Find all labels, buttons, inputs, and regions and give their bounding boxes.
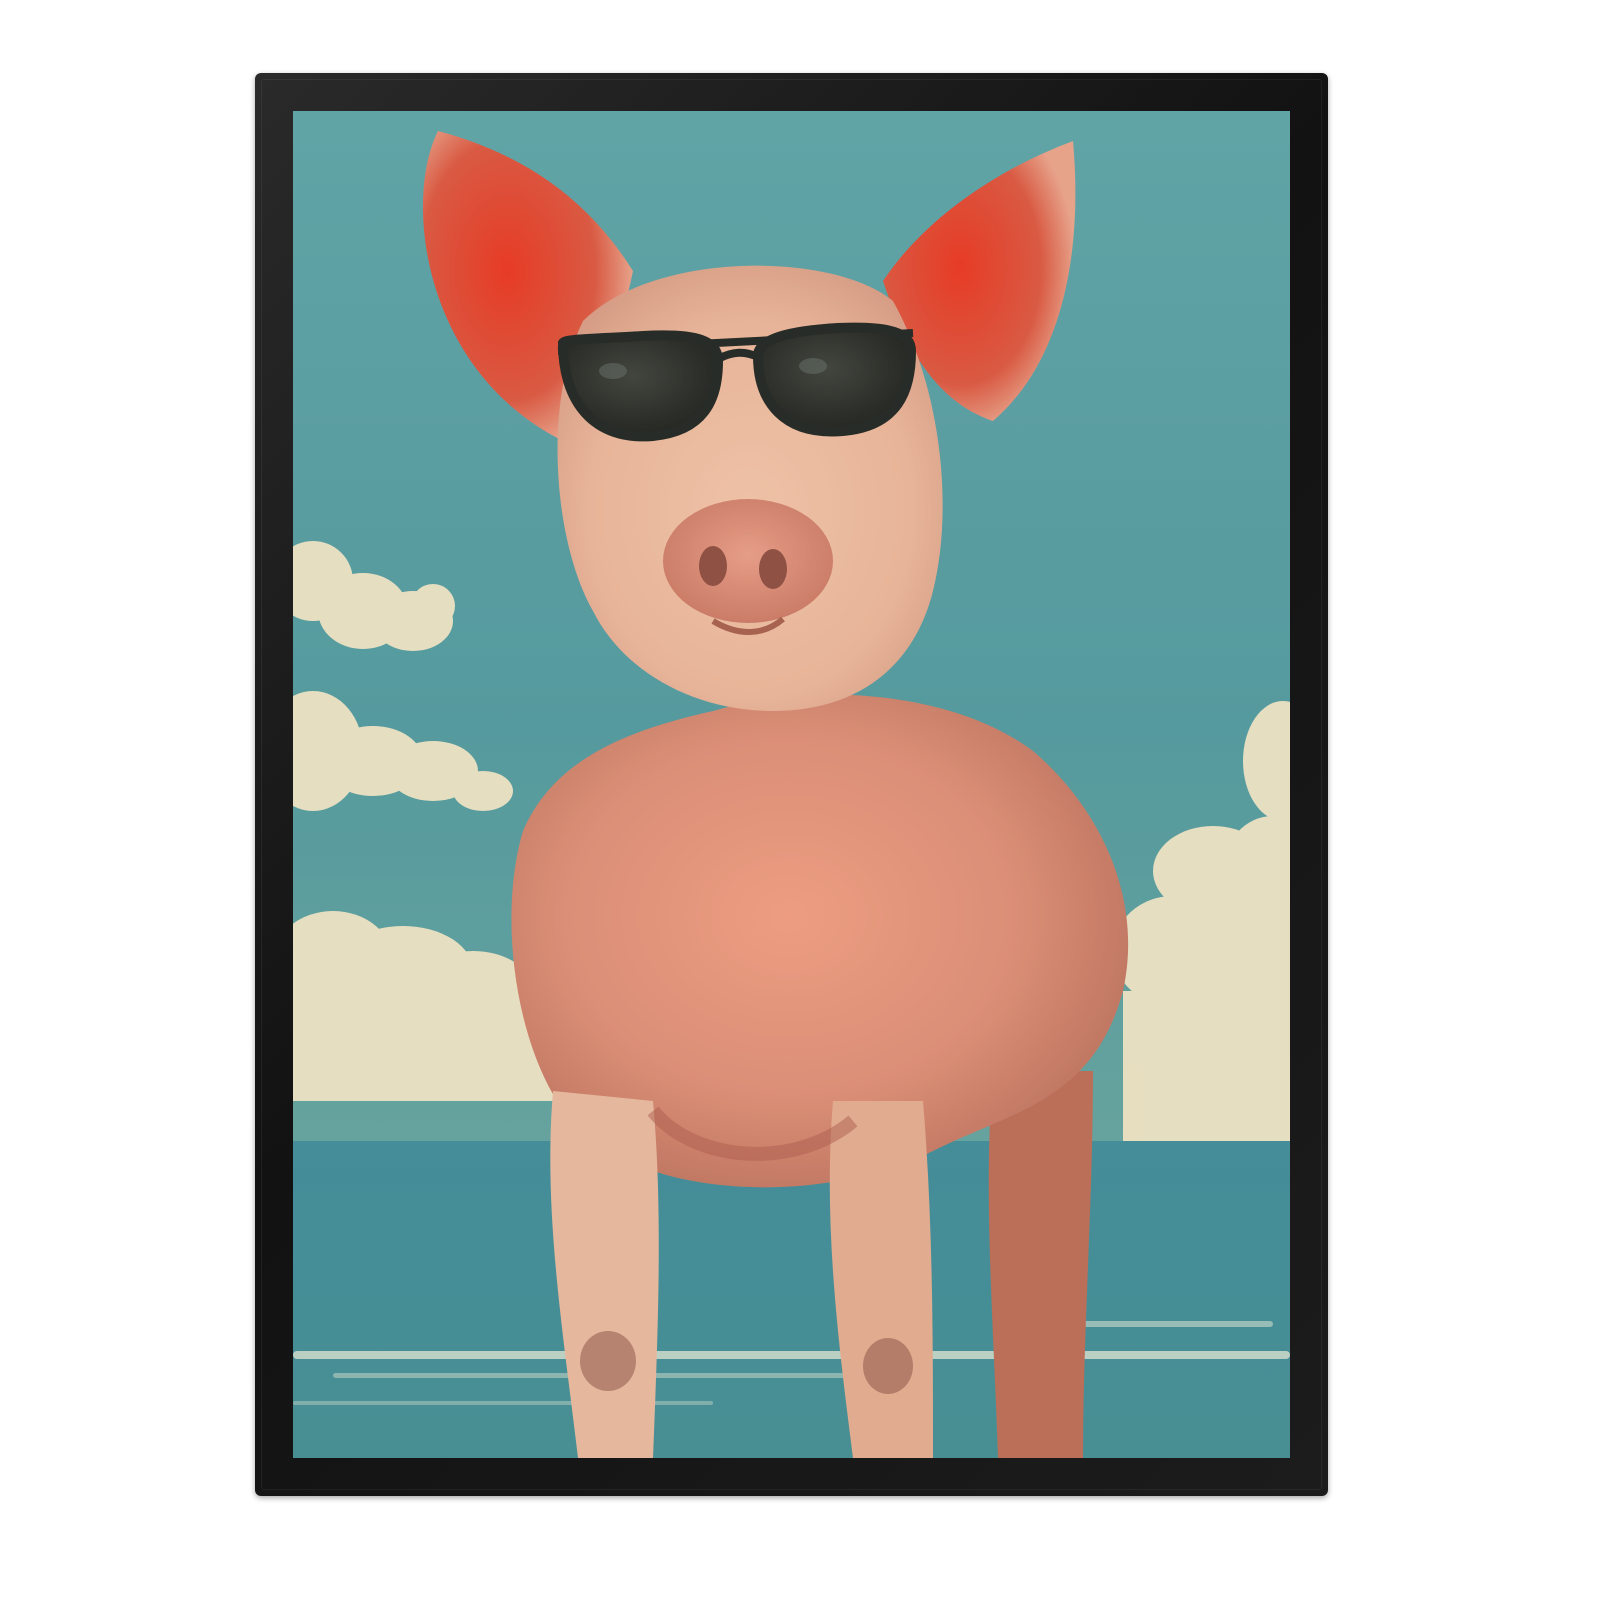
product-mockup bbox=[0, 0, 1600, 1600]
vintage-overlay bbox=[293, 111, 1290, 1458]
pig-poster-illustration bbox=[293, 111, 1290, 1458]
framed-artwork bbox=[293, 111, 1290, 1458]
